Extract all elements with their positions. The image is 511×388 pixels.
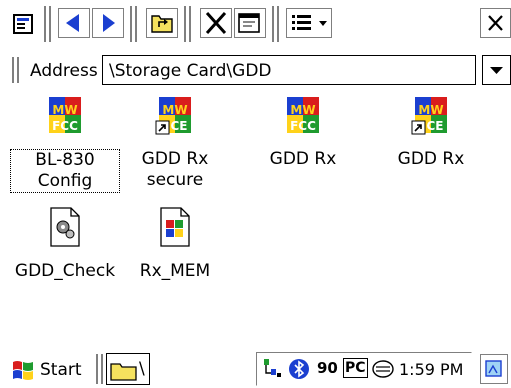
start-button[interactable]: Start: [10, 356, 96, 384]
svg-text:CE: CE: [426, 119, 443, 133]
address-bar: Address \Storage Card\GDD: [0, 53, 511, 87]
forward-button[interactable]: [92, 8, 124, 38]
toolbar-separator: [272, 6, 279, 42]
chevron-down-icon: [490, 67, 503, 74]
close-button[interactable]: [480, 8, 511, 38]
file-label: Rx_MEM: [139, 261, 211, 281]
close-icon: [488, 15, 503, 31]
svg-text:MW: MW: [52, 103, 77, 117]
up-folder-icon: [151, 15, 173, 33]
address-path: \Storage Card\GDD: [109, 61, 272, 81]
folder-icon: [110, 363, 137, 381]
svg-text:MW: MW: [290, 103, 315, 117]
mw-shortcut-icon: MW CE: [153, 93, 197, 137]
taskbar-window-button[interactable]: \: [106, 353, 150, 385]
pc-connection-badge[interactable]: PC: [343, 358, 368, 378]
desktop-icon: [485, 360, 502, 377]
clock[interactable]: 1:59 PM: [399, 360, 463, 379]
system-tray: 90 PC 1:59 PM: [256, 352, 472, 386]
back-arrow-icon: [66, 14, 79, 32]
toolbar: [0, 0, 511, 48]
mw-shortcut-icon: MW CE: [409, 93, 453, 137]
network-icon[interactable]: [261, 357, 285, 381]
file-label: GDD Rx: [269, 149, 337, 169]
up-folder-button[interactable]: [146, 8, 178, 38]
windows-flag-icon: [13, 361, 33, 380]
file-item-bl830-config[interactable]: MW FCC BL-830 Config: [10, 93, 120, 193]
file-label: GDD_Check: [14, 261, 116, 281]
delete-button[interactable]: [200, 8, 232, 38]
mw-app-icon: MW FCC: [281, 93, 325, 137]
keyboard-icon[interactable]: [371, 358, 395, 380]
gear-document-icon: [43, 205, 87, 249]
toolbar-separator: [44, 6, 51, 42]
file-label: GDD Rx secure: [141, 149, 209, 190]
address-grip[interactable]: [12, 57, 19, 83]
taskbar: Start \ 90 PC 1:59 PM: [0, 350, 511, 388]
svg-text:FCC: FCC: [52, 119, 78, 133]
toolbar-separator: [184, 6, 191, 42]
back-button[interactable]: [58, 8, 90, 38]
mw-app-icon: MW FCC: [43, 93, 87, 137]
list-view-icon: [292, 15, 327, 30]
chevron-down-icon: [319, 21, 327, 26]
taskbar-separator: [96, 354, 103, 384]
file-label: BL-830 Config: [10, 149, 120, 193]
start-label: Start: [40, 360, 82, 380]
view-mode-button[interactable]: [286, 8, 332, 38]
windows-document-icon: [153, 205, 197, 249]
address-label: Address: [30, 61, 98, 81]
svg-text:FCC: FCC: [290, 119, 316, 133]
svg-text:MW: MW: [418, 103, 443, 117]
file-item-gdd-check[interactable]: GDD_Check: [10, 205, 120, 282]
address-dropdown-button[interactable]: [482, 55, 511, 85]
signal-indicator[interactable]: 90: [317, 359, 338, 377]
desktop-button[interactable]: [480, 354, 508, 384]
menu-icon[interactable]: [12, 12, 36, 36]
delete-x-icon: [205, 11, 227, 35]
taskbar-window-label: \: [139, 359, 145, 379]
address-input[interactable]: \Storage Card\GDD: [102, 55, 476, 85]
file-item-rx-mem[interactable]: Rx_MEM: [120, 205, 230, 282]
file-item-gdd-rx-secure[interactable]: MW CE GDD Rx secure: [120, 93, 230, 191]
file-item-gdd-rx[interactable]: MW FCC GDD Rx: [248, 93, 358, 170]
properties-button[interactable]: [234, 8, 266, 38]
svg-text:CE: CE: [170, 119, 187, 133]
svg-text:MW: MW: [162, 103, 187, 117]
forward-arrow-icon: [103, 14, 115, 32]
file-label: GDD Rx: [397, 149, 465, 169]
properties-icon: [238, 13, 260, 33]
toolbar-separator: [130, 6, 137, 42]
file-item-gdd-rx-shortcut[interactable]: MW CE GDD Rx: [376, 93, 486, 170]
bluetooth-icon[interactable]: [287, 357, 311, 381]
